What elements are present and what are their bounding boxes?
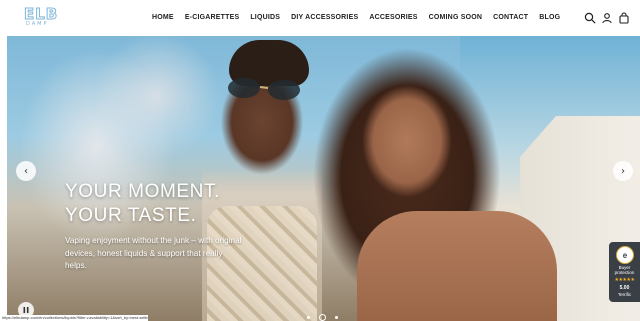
slide-dot-3[interactable] [335,316,338,319]
site-header: ELB DAMP HOME E-CIGARETTES LIQUIDS DIY A… [0,0,640,36]
hero-title: YOUR MOMENT. YOUR TASTE. [65,180,305,228]
main-nav: HOME E-CIGARETTES LIQUIDS DIY ACCESSORIE… [152,11,560,25]
cart-bag-icon[interactable] [618,12,630,24]
logo-text: ELB [23,5,59,23]
hero-woman-body [357,211,557,321]
trusted-shops-seal-icon: e [616,246,634,264]
search-icon[interactable] [584,12,596,24]
hero-slideshow: YOUR MOMENT. YOUR TASTE. Vaping enjoymen… [7,36,640,321]
nav-diy-accessories[interactable]: DIY ACCESSORIES [291,11,358,25]
badge-label: Buyer protection [614,265,635,275]
nav-liquids[interactable]: LIQUIDS [250,11,280,25]
slide-dot-1[interactable] [307,316,310,319]
slide-dot-2[interactable] [319,314,326,321]
nav-blog[interactable]: BLOG [539,11,560,25]
sunglasses [228,78,300,100]
badge-rating-word: Terrific [617,292,632,297]
badge-stars: ★★★★★ [614,277,635,283]
nav-coming-soon[interactable]: COMING SOON [429,11,483,25]
nav-home[interactable]: HOME [152,11,174,25]
pause-icon [23,307,29,313]
trust-badge[interactable]: e Buyer protection ★★★★★ 5.00 Terrific [609,242,640,302]
nav-contact[interactable]: CONTACT [493,11,528,25]
chevron-left-icon: ‹ [24,165,28,177]
badge-score: 5.00 [619,285,630,291]
prev-slide-button[interactable]: ‹ [16,161,36,181]
next-slide-button[interactable]: › [613,161,633,181]
status-bar-url: https://elbdamp.com/en/collections/liqui… [0,315,148,321]
nav-accesories[interactable]: ACCESORIES [369,11,417,25]
hero-title-line1: YOUR MOMENT. [65,181,220,202]
account-icon[interactable] [601,12,613,24]
hero-title-line2: YOUR TASTE. [65,205,197,226]
slide-dots [307,314,338,321]
chevron-right-icon: › [621,165,625,177]
logo-subtext: DAMP [26,21,49,27]
nav-e-cigarettes[interactable]: E-CIGARETTES [185,11,240,25]
hero-subtitle: Vaping enjoyment without the junk – with… [65,236,242,270]
elb-damp-logo[interactable]: ELB DAMP [23,5,68,28]
